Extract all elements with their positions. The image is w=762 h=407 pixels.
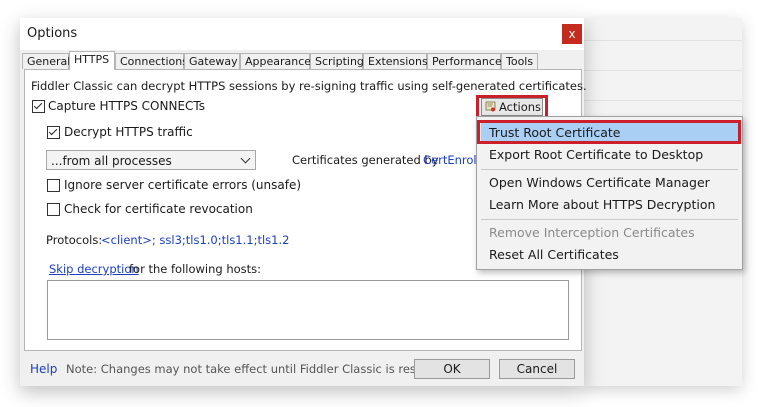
- tab-appearance[interactable]: Appearance: [240, 53, 311, 69]
- ignore-errors-checkbox[interactable]: [47, 179, 60, 192]
- revocation-label: Check for certificate revocation: [64, 202, 253, 216]
- restart-note: Note: Changes may not take effect until …: [66, 362, 455, 376]
- hosts-textarea[interactable]: [47, 280, 569, 340]
- menu-reset-all[interactable]: Reset All Certificates: [481, 245, 738, 265]
- menu-remove-interception: Remove Interception Certificates: [489, 225, 695, 240]
- capture-https-label: Capture HTTPS CONNECTs: [48, 99, 206, 113]
- tab-scripting[interactable]: Scripting: [310, 53, 364, 69]
- tab-gateway[interactable]: Gateway: [184, 53, 240, 69]
- protocols-link[interactable]: <client>; ssl3;tls1.0;tls1.1;tls1.2: [101, 233, 289, 247]
- skip-decryption-suffix: for the following hosts:: [129, 262, 262, 276]
- protocols-label: Protocols:: [46, 233, 103, 247]
- certs-generated-label: Certificates generated by: [292, 153, 439, 167]
- ok-button[interactable]: OK: [414, 359, 490, 379]
- process-filter-select[interactable]: ...from all processes: [46, 150, 256, 170]
- menu-separator: [481, 219, 738, 220]
- menu-separator: [481, 169, 738, 170]
- https-description: Fiddler Classic can decrypt HTTPS sessio…: [31, 79, 587, 93]
- revocation-checkbox[interactable]: [47, 203, 60, 216]
- menu-learn-more[interactable]: Learn More about HTTPS Decryption: [481, 195, 738, 215]
- decrypt-https-label: Decrypt HTTPS traffic: [64, 125, 193, 139]
- chevron-down-icon: [240, 153, 251, 164]
- process-filter-value: ...from all processes: [51, 154, 172, 168]
- menu-open-cert-manager[interactable]: Open Windows Certificate Manager: [481, 173, 738, 193]
- decrypt-https-checkbox[interactable]: [47, 126, 60, 139]
- trust-root-highlight: [477, 120, 741, 144]
- dialog-title: Options: [27, 26, 78, 41]
- tab-performance[interactable]: Performance: [427, 53, 502, 69]
- tab-general[interactable]: General: [22, 53, 70, 69]
- tab-extensions[interactable]: Extensions: [363, 53, 428, 69]
- tab-tools[interactable]: Tools: [501, 53, 538, 69]
- skip-decryption-link[interactable]: Skip decryption: [49, 262, 139, 276]
- menu-export-root[interactable]: Export Root Certificate to Desktop: [481, 145, 738, 165]
- tab-https[interactable]: HTTPS: [69, 51, 115, 70]
- help-link[interactable]: Help: [30, 362, 57, 376]
- ignore-errors-label: Ignore server certificate errors (unsafe…: [64, 178, 302, 192]
- close-button[interactable]: x: [562, 24, 582, 44]
- screen: Options x General HTTPS Connections Gate…: [0, 0, 762, 407]
- capture-https-checkbox[interactable]: [32, 100, 45, 113]
- close-icon: x: [568, 27, 576, 41]
- cancel-button[interactable]: Cancel: [499, 359, 575, 379]
- title-bar: Options x: [20, 18, 584, 50]
- tab-connections[interactable]: Connections: [115, 53, 188, 69]
